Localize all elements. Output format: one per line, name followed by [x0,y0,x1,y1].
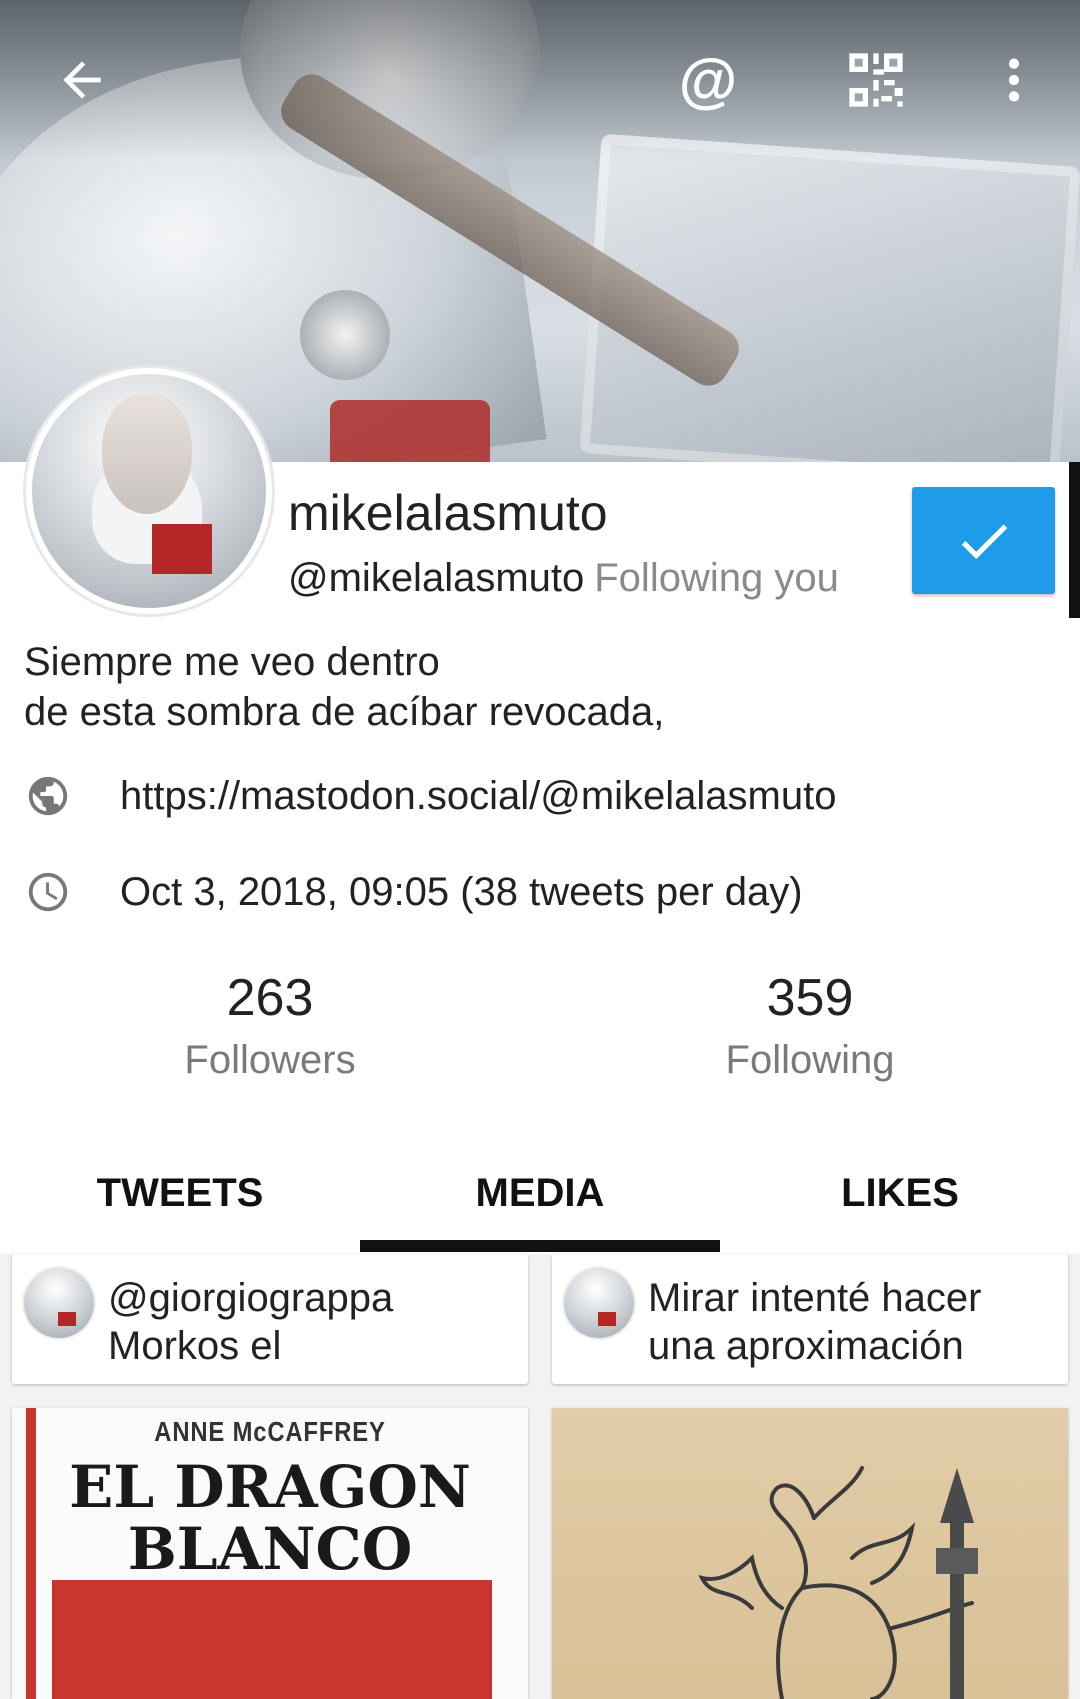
display-name: mikelalasmuto [288,485,608,541]
active-tab-indicator [360,1240,720,1252]
bio-line: de esta sombra de acíbar revocada, [24,690,665,734]
profile-link-row[interactable]: https://mastodon.social/@mikelalasmuto [24,772,836,820]
tab-tweets[interactable]: TWEETS [0,1132,360,1254]
book-title-line: BLANCO [127,1515,413,1583]
qr-code-icon[interactable] [836,40,916,120]
handle: @mikelalasmuto [288,556,585,600]
scroll-indicator [1069,462,1080,618]
media-caption: @giorgiograppa Morkos el [108,1276,394,1368]
joined-date: Oct 3, 2018, 09:05 (38 tweets per day) [120,869,803,914]
dragon-illustration [698,1466,978,1699]
followers-stat[interactable]: 263 Followers [140,968,400,1083]
clock-icon [24,868,72,916]
avatar[interactable] [26,368,272,614]
profile-tabs: TWEETS MEDIA LIKES [0,1132,1080,1254]
media-caption-card[interactable]: @giorgiograppa Morkos el [12,1254,528,1384]
check-icon [961,523,1007,559]
media-caption-card[interactable]: Mirar intenté hacer una aproximación [552,1254,1068,1384]
book-title-line: EL DRAGON [69,1453,471,1521]
tab-media[interactable]: MEDIA [360,1132,720,1254]
following-label: Following [725,1038,895,1082]
back-icon[interactable] [42,40,122,120]
bio-line: Siempre me veo dentro [24,640,440,684]
globe-icon [24,772,72,820]
followers-count: 263 [226,969,314,1027]
bio: Siempre me veo dentro de esta sombra de … [24,637,664,737]
profile-url[interactable]: https://mastodon.social/@mikelalasmuto [120,774,836,819]
following-count: 359 [766,969,854,1027]
follow-button[interactable] [912,487,1055,594]
avatar [564,1268,634,1338]
more-vert-icon[interactable] [974,40,1054,120]
following-stat[interactable]: 359 Following [680,968,940,1083]
avatar [24,1268,94,1338]
followers-label: Followers [184,1038,356,1082]
tab-likes[interactable]: LIKES [720,1132,1080,1254]
joined-row: Oct 3, 2018, 09:05 (38 tweets per day) [24,868,803,916]
media-caption: Mirar intenté hacer una aproximación [648,1276,982,1368]
book-title: EL DRAGON BLANCO [12,1456,528,1580]
at-icon[interactable]: @ [668,40,748,120]
media-thumbnail[interactable]: ANNE McCAFFREY EL DRAGON BLANCO [12,1408,528,1699]
follows-you-label: Following you [594,556,839,600]
handle-line: @mikelalasmuto Following you [288,556,839,601]
book-author: ANNE McCAFFREY [154,1416,386,1447]
media-thumbnail[interactable] [552,1408,1068,1699]
